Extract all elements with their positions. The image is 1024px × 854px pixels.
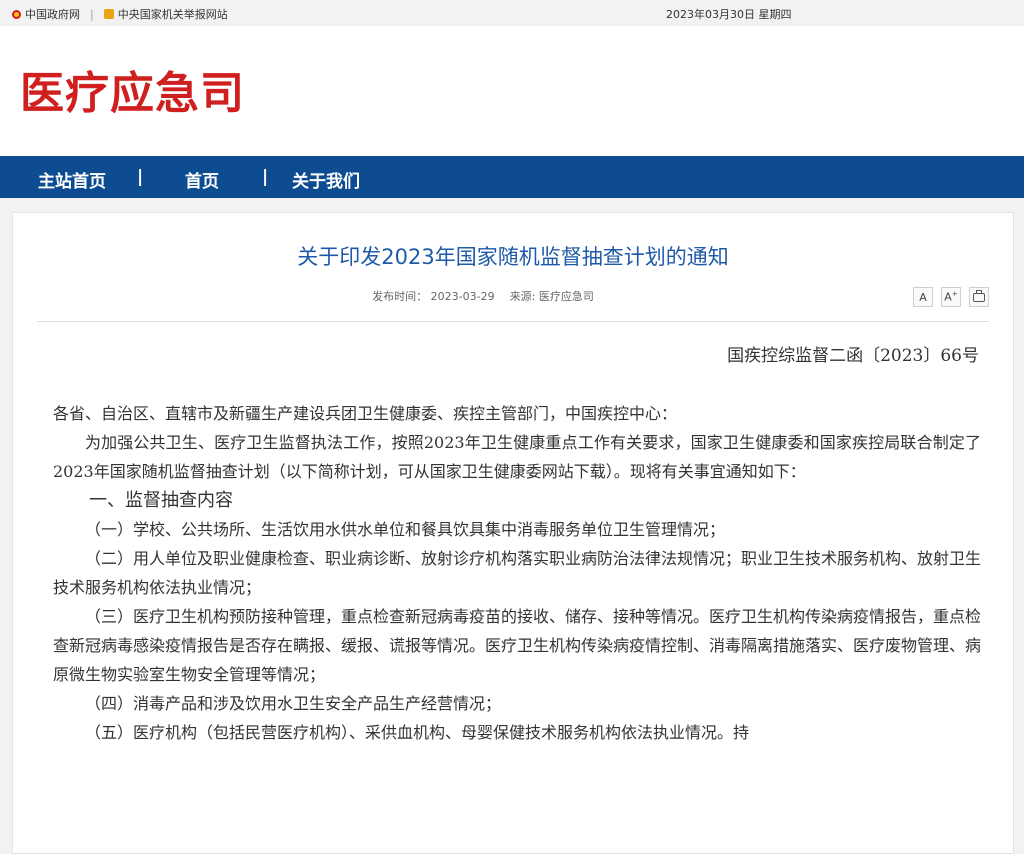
body-paragraph: （二）用人单位及职业健康检查、职业病诊断、放射诊疗机构落实职业病防治法律法规情况… (53, 549, 982, 597)
nav-separator: | (137, 167, 144, 187)
font-smaller-icon: A (919, 290, 927, 304)
publish-label: 发布时间： (372, 290, 428, 303)
article-container: 关于印发2023年国家随机监督抽查计划的通知 发布时间： 2023-03-29 … (12, 212, 1014, 854)
article-body: 各省、自治区、直辖市及新疆生产建设兵团卫生健康委、疾控主管部门，中国疾控中心： … (53, 399, 981, 747)
publish-date: 2023-03-29 (430, 290, 495, 303)
source-value: 医疗应急司 (538, 290, 594, 303)
nav-separator: | (262, 167, 269, 187)
source-label: 来源: (509, 290, 536, 303)
body-paragraph: 为加强公共卫生、医疗卫生监督执法工作，按照2023年卫生健康重点工作有关要求，国… (53, 433, 981, 481)
site-header: 医疗应急司 (0, 26, 1024, 156)
current-date: 2023年03月30日 星期四 (666, 8, 792, 21)
nav-item-main-home[interactable]: 主站首页 (38, 167, 106, 192)
article-meta: 发布时间： 2023-03-29 来源: 医疗应急司 (13, 288, 953, 304)
printer-icon (973, 289, 985, 302)
report-site-link[interactable]: 中央国家机关举报网站 (118, 6, 228, 22)
document-number: 国疾控综监督二函〔2023〕66号 (727, 346, 979, 366)
report-site-icon (103, 9, 114, 19)
national-emblem-icon (12, 9, 21, 19)
nav-item-home[interactable]: 首页 (185, 167, 219, 192)
top-separator: | (90, 7, 94, 21)
top-links: 中国政府网 | 中央国家机关举报网站 (12, 6, 228, 22)
print-button[interactable] (969, 287, 989, 307)
body-paragraph: （三）医疗卫生机构预防接种管理，重点检查新冠病毒疫苗的接收、储存、接种等情况。医… (53, 607, 982, 684)
article-title: 关于印发2023年国家随机监督抽查计划的通知 (297, 245, 729, 269)
section-heading: 一、监督抽查内容 (89, 490, 233, 511)
font-larger-button[interactable]: A+ (941, 287, 961, 307)
body-paragraph: （一）学校、公共场所、生活饮用水供水单位和餐具饮具集中消毒服务单位卫生管理情况； (85, 520, 726, 539)
font-larger-icon: A+ (944, 290, 958, 304)
nav-item-about[interactable]: 关于我们 (292, 167, 360, 192)
top-bar: 中国政府网 | 中央国家机关举报网站 2023年03月30日 星期四 (0, 0, 1024, 26)
article-tools: A A+ (913, 287, 989, 307)
title-divider (37, 321, 989, 322)
site-logo[interactable]: 医疗应急司 (20, 66, 245, 122)
body-paragraph: （五）医疗机构（包括民营医疗机构）、采供血机构、母婴保健技术服务机构依法执业情况… (85, 723, 750, 742)
font-smaller-button[interactable]: A (913, 287, 933, 307)
addressee-paragraph: 各省、自治区、直辖市及新疆生产建设兵团卫生健康委、疾控主管部门，中国疾控中心： (53, 404, 678, 423)
main-nav: 主站首页 | 首页 | 关于我们 (0, 156, 1024, 198)
gov-site-link[interactable]: 中国政府网 (25, 6, 80, 22)
body-paragraph: （四）消毒产品和涉及饮用水卫生安全产品生产经营情况； (85, 694, 502, 713)
